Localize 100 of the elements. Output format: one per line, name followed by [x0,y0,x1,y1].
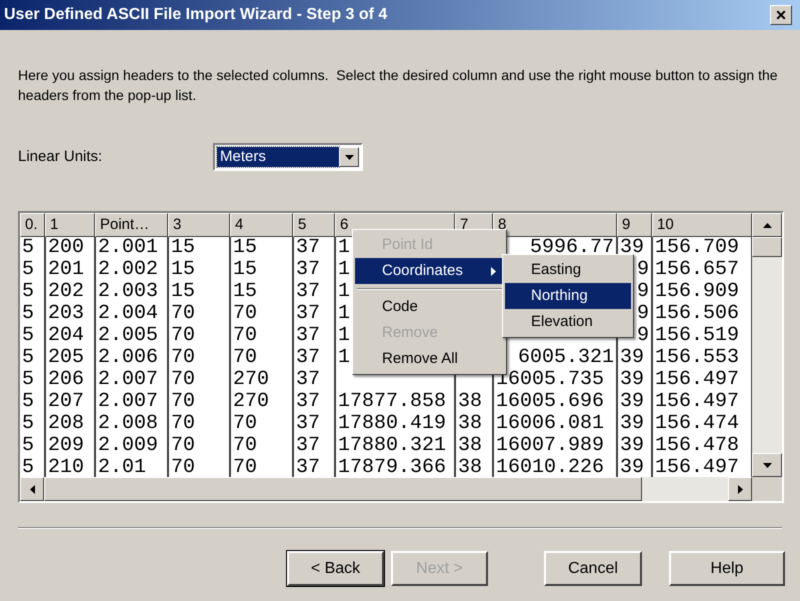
horizontal-scrollbar[interactable] [20,477,752,501]
table-cell-text: 15 [232,237,258,259]
table-cell-text: 1 [337,281,352,303]
column-header[interactable]: 1 [45,213,95,237]
table-cell-text: 70 [170,325,196,347]
table-cell-text: 200 [47,237,86,259]
close-button[interactable]: × [770,5,792,25]
table-cell-text: 156.497 [654,391,740,413]
table-cell-text: 37 [295,435,322,457]
table-cell-text: 209 [47,435,86,457]
wizard-button[interactable]: Help [669,551,785,586]
table-cell-text: 17880.321 [337,435,448,457]
table-cell-text: 37 [295,259,322,281]
table-cell-text: 70 [170,413,196,435]
table-cell-text: 15 [170,281,196,303]
menu-item[interactable]: Easting [505,257,631,283]
table-cell-text: 156.909 [654,281,740,303]
vertical-scrollbar[interactable] [752,213,782,477]
table-cell-text: 9 [636,303,650,325]
table-cell-text: 2.008 [97,413,160,435]
table-cell-text: 1 [337,303,352,325]
table-cell-text: 202 [47,281,86,303]
table-cell-text: 17877.858 [337,391,448,413]
table-cell-text: 270 [232,369,270,391]
table-cell-text: 5 [21,391,36,413]
column-header[interactable]: 3 [168,213,230,237]
table-cell-text: 70 [232,413,258,435]
up-arrow-icon [762,222,772,228]
column-header[interactable]: 4 [230,213,293,237]
table-cell-text: 38 [457,413,484,435]
table-cell-text: 16005.735 [495,369,606,391]
table-cell-text: 70 [170,347,196,369]
table-cell-text: 156.519 [654,325,740,347]
table-cell-text: 70 [170,435,196,457]
down-arrow-icon [762,462,772,468]
table-cell-text: 15 [232,281,258,303]
column-header[interactable]: 10 [652,213,752,237]
table-cell-text: 5 [21,435,36,457]
table-cell-text: 2.001 [97,237,160,259]
table-cell-text: 39 [619,457,646,477]
table-cell-text: 9 [636,281,650,303]
table-cell-text: 15 [170,259,196,281]
table-cell-text: 37 [295,237,322,259]
scroll-thumb[interactable] [44,477,642,501]
table-cell-text: 5 [21,259,36,281]
table-cell-text: 210 [47,457,86,477]
table-cell-text: 16005.696 [495,391,606,413]
scroll-down-button[interactable] [752,453,782,477]
scroll-left-button[interactable] [20,477,44,501]
scroll-right-button[interactable] [728,477,752,501]
table-cell-text: 37 [295,281,322,303]
menu-item[interactable]: Elevation [505,309,631,335]
table-cell-text: 70 [232,457,258,477]
table-cell-text: 15 [232,259,258,281]
linear-units-dropdown[interactable]: Meters [213,143,363,171]
table-cell-text: 39 [619,347,646,369]
submenu-arrow-icon [491,266,496,276]
table-cell-text: 156.497 [654,457,740,477]
table-cell-text: 39 [619,391,646,413]
table-cell-text: 37 [295,369,322,391]
table-cell-text: 17880.419 [337,413,448,435]
column-header[interactable]: 5 [293,213,335,237]
menu-item[interactable]: Code [355,294,504,320]
linear-units-label: Linear Units: [18,146,104,167]
table-cell-text: 201 [47,259,86,281]
table-cell-text: 70 [232,303,258,325]
table-cell-text: 39 [619,413,646,435]
table-cell-text: 156.478 [654,435,740,457]
table-cell-text: 205 [47,347,86,369]
table-cell-text: 37 [295,413,322,435]
table-cell-text: 2.007 [97,391,160,413]
table-cell-text: 5996.77 [528,237,615,259]
scroll-up-button[interactable] [752,213,782,237]
table-cell-text: 70 [170,457,196,477]
table-cell-text: 203 [47,303,86,325]
table-cell-text: 70 [170,369,196,391]
column-header[interactable]: Point… [95,213,168,237]
table-cell-text: 1 [337,237,352,259]
table-cell-text: 2.005 [97,325,160,347]
table-cell-text: 1 [337,325,352,347]
table-cell-text: 39 [619,237,646,259]
table-cell-text: 38 [457,457,484,477]
scroll-thumb[interactable] [752,237,782,257]
table-cell-text: 70 [232,325,258,347]
wizard-button[interactable]: Cancel [544,551,642,586]
table-cell-text: 208 [47,413,86,435]
table-cell-text: 156.553 [654,347,740,369]
table-cell-text: 2.01 [97,457,148,477]
linear-units-value: Meters [217,147,339,167]
column-header[interactable]: 9 [617,213,652,237]
wizard-button[interactable]: < Back [287,551,384,586]
column-header[interactable]: 8 [493,213,617,237]
table-cell-text: 156.474 [654,413,740,435]
left-arrow-icon [30,484,34,494]
menu-item[interactable]: Northing [505,283,631,309]
menu-item[interactable]: Remove All [355,346,504,372]
table-cell-text: 17879.366 [337,457,448,477]
menu-item[interactable]: Coordinates [355,258,504,284]
table-cell-text: 5 [21,303,36,325]
column-header[interactable]: 0. [20,213,45,237]
